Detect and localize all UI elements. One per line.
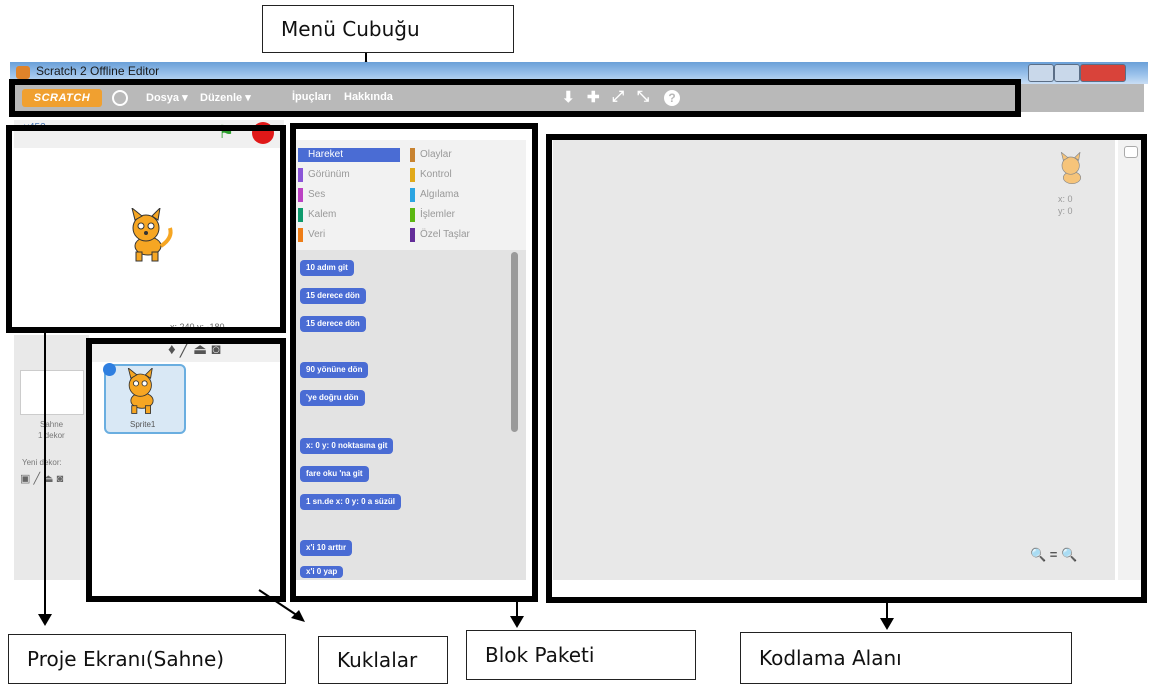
stage-frame: [6, 125, 286, 333]
stage-arrow-line: [44, 333, 46, 616]
code-callout: Kodlama Alanı: [740, 632, 1072, 684]
new-backdrop-label: Yeni dekor:: [22, 458, 62, 467]
block-palette-frame: [290, 123, 538, 602]
stage-backdrop-count: 1 dekor: [38, 431, 65, 440]
maximize-button[interactable]: [1054, 64, 1080, 82]
sprites-frame: [86, 338, 286, 602]
backdrop-tools-icon[interactable]: ▣ ╱ ⏏ ◙: [20, 472, 63, 485]
stage-callout-label: Proje Ekranı(Sahne): [27, 647, 225, 671]
minimize-button[interactable]: [1028, 64, 1054, 82]
menu-bar-callout: Menü Cubuğu: [262, 5, 514, 53]
window-title: Scratch 2 Offline Editor: [36, 64, 160, 78]
sprites-arrow: [258, 589, 305, 622]
blocks-callout: Blok Paketi: [466, 630, 696, 680]
code-area-frame: [546, 134, 1147, 603]
sprites-callout: Kuklalar: [318, 636, 448, 684]
blocks-arrow-head: [510, 616, 524, 628]
stage-arrow-head: [38, 614, 52, 626]
sprites-callout-label: Kuklalar: [337, 648, 418, 672]
stage-thumbnail[interactable]: [20, 370, 84, 415]
close-button[interactable]: [1080, 64, 1126, 82]
app-icon: [16, 66, 30, 79]
stage-callout: Proje Ekranı(Sahne): [8, 634, 286, 684]
blocks-callout-label: Blok Paketi: [485, 643, 595, 667]
code-arrow-head: [880, 618, 894, 630]
menu-bar-callout-label: Menü Cubuğu: [281, 17, 420, 41]
menu-bar-frame: [9, 79, 1021, 117]
code-callout-label: Kodlama Alanı: [759, 646, 902, 670]
